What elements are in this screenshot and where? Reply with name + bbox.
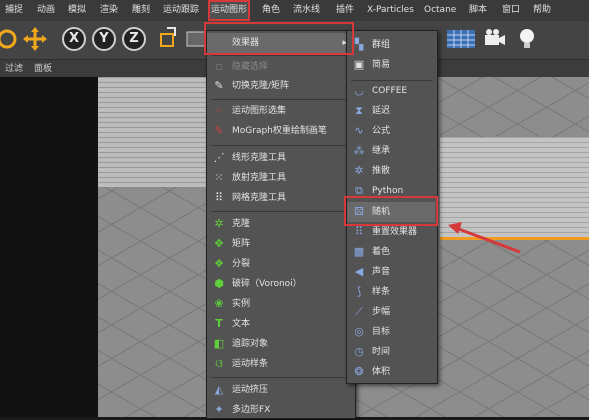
annotation-arrow-icon	[448, 222, 521, 254]
